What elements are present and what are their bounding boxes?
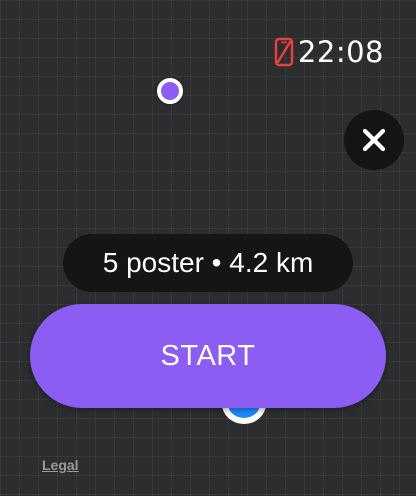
map-screen[interactable]: 22:08 5 poster • 4.2 km START Legal — [0, 0, 416, 496]
map-point-marker[interactable] — [157, 78, 183, 104]
close-icon — [362, 128, 386, 152]
phone-disconnected-icon — [274, 37, 294, 67]
start-button-label: START — [160, 339, 256, 372]
route-summary-text: 5 poster • 4.2 km — [102, 247, 314, 278]
clock: 22:08 — [297, 35, 384, 69]
status-bar: 22:08 — [274, 34, 384, 70]
legal-link[interactable]: Legal — [42, 457, 79, 473]
start-button[interactable]: START — [30, 304, 386, 408]
close-button[interactable] — [344, 110, 404, 170]
route-summary-pill: 5 poster • 4.2 km — [63, 234, 353, 292]
